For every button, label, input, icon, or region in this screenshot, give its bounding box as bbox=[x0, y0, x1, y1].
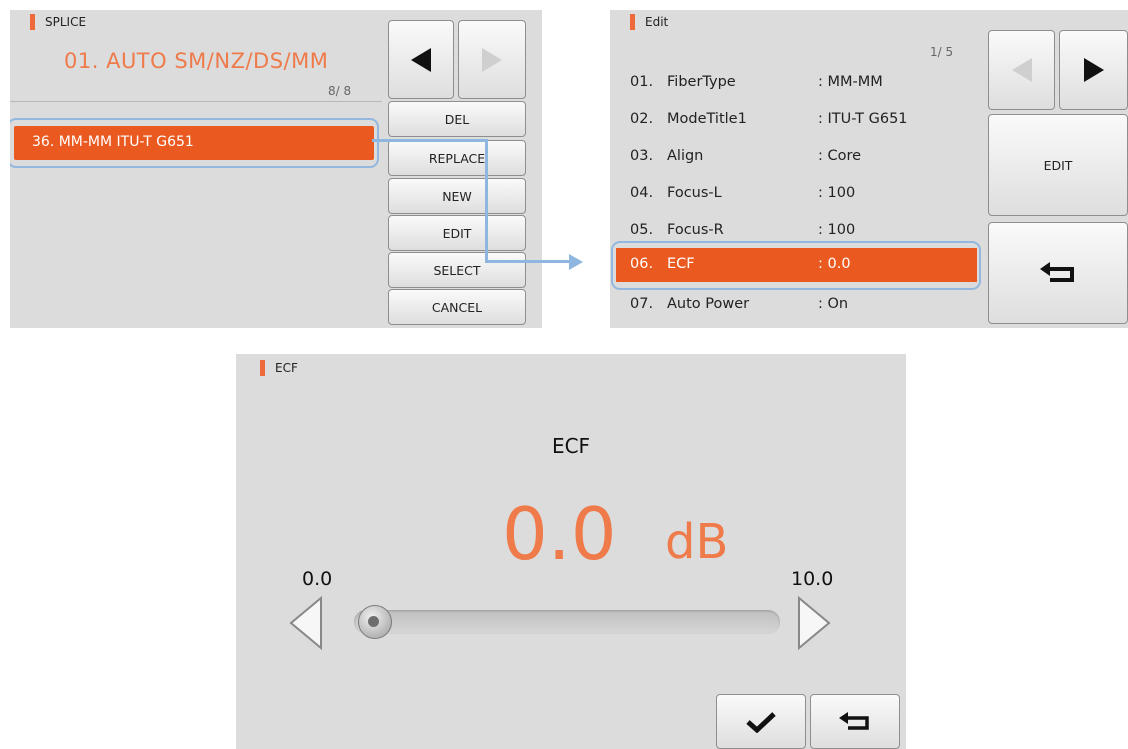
triangle-left-icon bbox=[1011, 58, 1032, 82]
edit-label: EDIT bbox=[442, 225, 472, 241]
ecf-title: ECF bbox=[260, 360, 298, 376]
edit-page-indicator: 1/ 5 bbox=[930, 45, 954, 59]
edit-title: Edit bbox=[630, 14, 668, 30]
divider bbox=[10, 101, 382, 102]
row-name: Focus-R bbox=[667, 222, 724, 238]
return-arrow-icon bbox=[839, 711, 869, 730]
row-value: : On bbox=[818, 296, 849, 312]
del-button[interactable]: DEL bbox=[388, 101, 526, 137]
edit-screen: Edit 1/ 5 01. FiberType : MM-MM 02. ModeTitl… bbox=[610, 10, 1128, 328]
prev-page-button[interactable] bbox=[988, 30, 1055, 110]
back-button[interactable] bbox=[988, 222, 1128, 324]
new-label: NEW bbox=[442, 188, 472, 204]
splice-mode-name: 01. AUTO SM/NZ/DS/MM bbox=[64, 49, 329, 73]
row-value: : ITU-T G651 bbox=[818, 111, 908, 127]
parameter-row[interactable]: 07. Auto Power : On bbox=[630, 294, 970, 314]
new-button[interactable]: NEW bbox=[388, 178, 526, 214]
triangle-left-icon bbox=[411, 47, 431, 72]
edit-param-button[interactable]: EDIT bbox=[988, 114, 1128, 216]
back-button[interactable] bbox=[810, 694, 900, 749]
connector-line bbox=[485, 139, 488, 263]
edit-button[interactable]: EDIT bbox=[388, 215, 526, 251]
increase-button[interactable] bbox=[796, 596, 832, 650]
row-value: : 100 bbox=[818, 185, 856, 201]
parameter-row[interactable]: 04. Focus-L : 100 bbox=[630, 183, 970, 203]
replace-button[interactable]: REPLACE bbox=[388, 140, 526, 176]
outline-triangle-left-icon bbox=[289, 596, 322, 650]
select-label: SELECT bbox=[433, 262, 481, 278]
decrease-button[interactable] bbox=[288, 596, 324, 650]
next-mode-button[interactable] bbox=[458, 20, 526, 99]
row-num: 07. bbox=[630, 296, 654, 312]
row-num: 04. bbox=[630, 185, 654, 201]
row-name: Focus-L bbox=[667, 185, 722, 201]
ecf-screen: ECF ECF 0.0 dB 0.0 10.0 bbox=[236, 354, 906, 749]
ecf-unit: dB bbox=[665, 514, 729, 570]
next-page-button[interactable] bbox=[1059, 30, 1128, 110]
slider-min-label: 0.0 bbox=[302, 568, 333, 590]
slider-max-label: 10.0 bbox=[791, 568, 834, 590]
prev-mode-button[interactable] bbox=[388, 20, 454, 99]
row-name: ModeTitle1 bbox=[667, 111, 747, 127]
row-num: 01. bbox=[630, 74, 654, 90]
replace-label: REPLACE bbox=[428, 150, 486, 166]
selection-highlight bbox=[611, 241, 981, 290]
del-label: DEL bbox=[444, 111, 470, 127]
row-num: 03. bbox=[630, 148, 654, 164]
connector-line bbox=[485, 260, 571, 263]
row-name: Auto Power bbox=[667, 296, 750, 312]
row-num: 02. bbox=[630, 111, 654, 127]
slider-track[interactable] bbox=[354, 605, 780, 639]
row-value: : MM-MM bbox=[818, 74, 883, 90]
confirm-button[interactable] bbox=[716, 694, 806, 749]
row-value: : 100 bbox=[818, 222, 856, 238]
parameter-row[interactable]: 01. FiberType : MM-MM bbox=[630, 72, 970, 92]
slider-knob[interactable] bbox=[358, 605, 392, 639]
triangle-right-icon bbox=[1083, 58, 1104, 82]
row-name: FiberType bbox=[667, 74, 736, 90]
arrow-right-icon bbox=[569, 254, 583, 270]
selection-highlight bbox=[10, 118, 379, 168]
outline-triangle-right-icon bbox=[798, 596, 831, 650]
select-button[interactable]: SELECT bbox=[388, 252, 526, 288]
row-num: 05. bbox=[630, 222, 654, 238]
splice-counter: 8/ 8 bbox=[328, 84, 352, 98]
parameter-row[interactable]: 02. ModeTitle1 : ITU-T G651 bbox=[630, 109, 970, 129]
ecf-value: 0.0 bbox=[502, 492, 617, 576]
row-name: Align bbox=[667, 148, 704, 164]
row-value: : Core bbox=[818, 148, 862, 164]
splice-title: SPLICE bbox=[30, 14, 86, 30]
triangle-right-icon bbox=[482, 47, 502, 72]
splice-screen: SPLICE 01. AUTO SM/NZ/DS/MM 8/ 8 36. MM-… bbox=[10, 10, 542, 328]
checkmark-icon bbox=[746, 711, 776, 733]
parameter-row[interactable]: 05. Focus-R : 100 bbox=[630, 220, 970, 240]
knob-dot bbox=[368, 616, 379, 627]
ecf-heading: ECF bbox=[551, 434, 591, 458]
return-arrow-icon bbox=[1040, 262, 1074, 282]
cancel-button[interactable]: CANCEL bbox=[388, 289, 526, 325]
cancel-label: CANCEL bbox=[431, 299, 483, 315]
parameter-row[interactable]: 03. Align : Core bbox=[630, 146, 970, 166]
edit-param-label: EDIT bbox=[1043, 157, 1073, 173]
connector-line bbox=[372, 139, 487, 142]
